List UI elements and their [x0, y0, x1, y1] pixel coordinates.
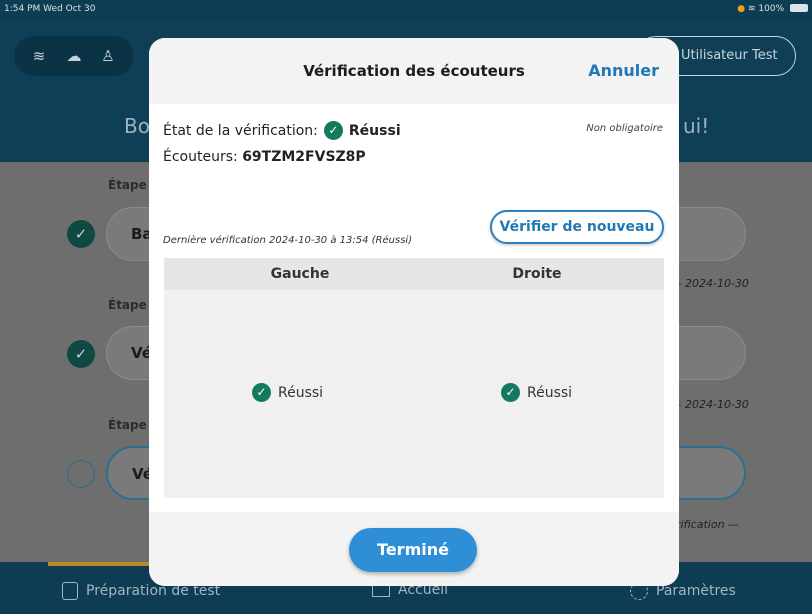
- results-header-row: Gauche Droite: [164, 258, 664, 290]
- status-indicators: ● ≋ 100%: [737, 4, 808, 14]
- clipboard-icon: [62, 582, 78, 600]
- modal-body: État de la vérification: ✓ Réussi Non ob…: [149, 104, 679, 512]
- verification-status-value: Réussi: [348, 122, 401, 139]
- active-tab-indicator: [48, 562, 158, 566]
- right-column-header: Droite: [512, 266, 562, 282]
- cancel-button[interactable]: Annuler: [588, 61, 659, 80]
- cloud-upload-icon: ☁: [66, 47, 82, 65]
- step-1-check-icon: ✓: [67, 220, 95, 248]
- step-2-date: – 2024-10-30: [676, 398, 749, 411]
- results-table: Gauche Droite ✓ Réussi ✓ Réussi: [164, 258, 664, 498]
- modal-footer: Terminé: [149, 512, 679, 586]
- step-label-3: Étape: [108, 418, 147, 432]
- person-sync-icon: ♙: [101, 47, 115, 65]
- reverify-button[interactable]: Vérifier de nouveau: [490, 210, 664, 244]
- headphones-serial: 69TZM2FVSZ8P: [242, 149, 366, 165]
- left-result-label: Réussi: [278, 384, 324, 401]
- step-3-empty-circle-icon: [67, 460, 95, 488]
- left-column-header: Gauche: [270, 266, 330, 282]
- step-label-1: Étape: [108, 178, 147, 192]
- optional-note: Non obligatoire: [586, 123, 663, 134]
- success-check-icon: ✓: [323, 121, 343, 140]
- headphones-label: Écouteurs:: [163, 149, 238, 165]
- headphone-check-modal: Vérification des écouteurs Annuler État …: [149, 38, 679, 586]
- welcome-text-left: Bo: [124, 114, 150, 138]
- battery-percent: 100%: [758, 4, 785, 14]
- step-2-check-icon: ✓: [67, 340, 95, 368]
- step-label-2: Étape: [108, 298, 147, 312]
- step-1-date: – 2024-10-30: [676, 277, 749, 290]
- right-success-check-icon: ✓: [501, 383, 520, 402]
- connection-status-pill: ≋ ☁ ♙: [14, 36, 134, 76]
- welcome-text-right: ui!: [683, 114, 710, 138]
- done-button[interactable]: Terminé: [349, 528, 477, 572]
- verification-status-row: État de la vérification: ✓ Réussi: [163, 121, 401, 140]
- right-result-label: Réussi: [527, 384, 573, 401]
- status-time: 1:54 PM Wed Oct 30: [4, 4, 96, 14]
- verification-status-label: État de la vérification:: [163, 122, 318, 139]
- right-result: ✓ Réussi: [501, 383, 572, 402]
- wifi-status-icon: ≋: [747, 4, 756, 14]
- headphones-row: Écouteurs: 69TZM2FVSZ8P: [163, 149, 366, 165]
- battery-icon: [790, 4, 808, 12]
- user-name: Utilisateur Test: [681, 48, 778, 63]
- modal-header: Vérification des écouteurs Annuler: [149, 38, 679, 104]
- wifi-icon: ≋: [32, 47, 46, 65]
- recording-dot-icon: ●: [737, 4, 746, 14]
- left-success-check-icon: ✓: [252, 383, 271, 402]
- last-check-text: Dernière vérification 2024-10-30 à 13:54…: [163, 235, 413, 246]
- step-3-date: rification —: [676, 518, 740, 531]
- left-result: ✓ Réussi: [252, 383, 323, 402]
- status-bar: 1:54 PM Wed Oct 30 ● ≋ 100%: [0, 0, 812, 20]
